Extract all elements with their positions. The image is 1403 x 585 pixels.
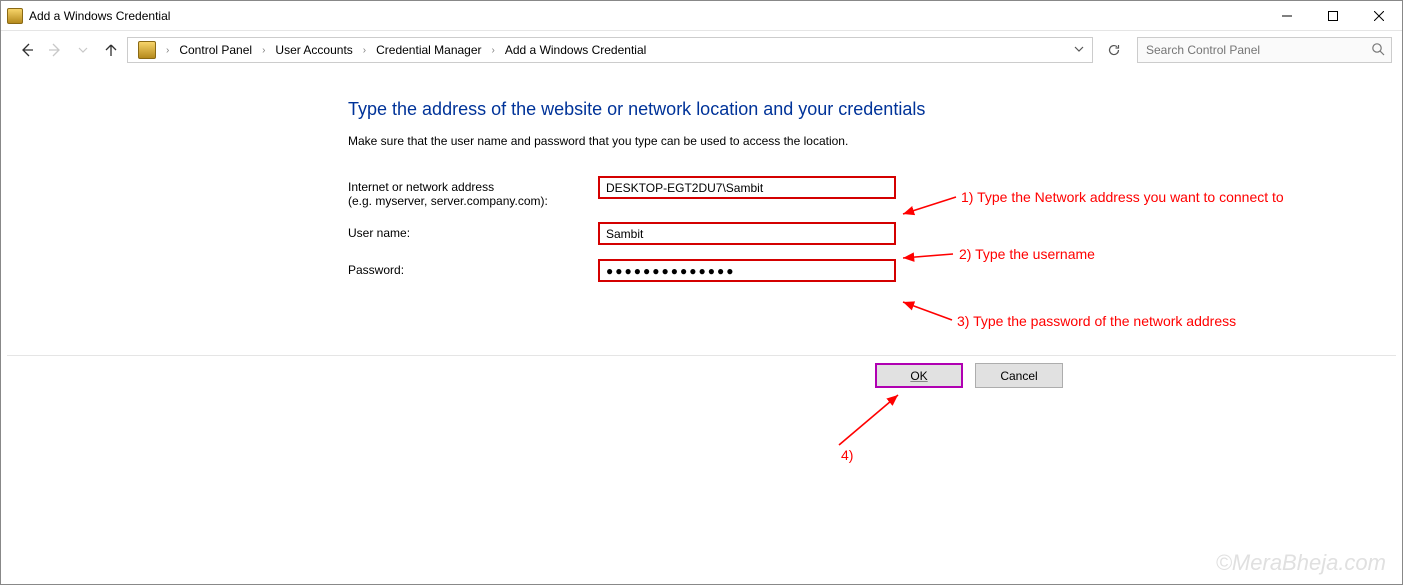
recent-dropdown[interactable] <box>71 38 95 62</box>
close-icon <box>1374 11 1384 21</box>
minimize-button[interactable] <box>1264 1 1310 30</box>
folder-icon <box>138 41 156 59</box>
address-hint-text: (e.g. myserver, server.company.com): <box>348 194 598 208</box>
maximize-button[interactable] <box>1310 1 1356 30</box>
breadcrumb-add-credential[interactable]: Add a Windows Credential <box>501 41 650 59</box>
button-bar: OK Cancel <box>1 363 1402 388</box>
up-button[interactable] <box>99 38 123 62</box>
breadcrumb-chevron-icon: › <box>490 45 497 56</box>
breadcrumb-chevron-icon: › <box>361 45 368 56</box>
breadcrumb-user-accounts[interactable]: User Accounts <box>271 41 356 59</box>
ok-button[interactable]: OK <box>875 363 963 388</box>
password-label: Password: <box>348 259 598 277</box>
content-area: Type the address of the website or netwo… <box>1 69 1402 584</box>
credential-icon <box>7 8 23 24</box>
cancel-button[interactable]: Cancel <box>975 363 1063 388</box>
username-input[interactable] <box>598 222 896 245</box>
page-subtext: Make sure that the user name and passwor… <box>348 134 1402 148</box>
refresh-icon <box>1106 42 1122 58</box>
watermark: ©MeraBheja.com <box>1216 550 1386 576</box>
search-box[interactable] <box>1137 37 1392 63</box>
title-bar: Add a Windows Credential <box>1 1 1402 31</box>
search-icon <box>1371 42 1385 59</box>
back-arrow-icon <box>19 42 35 58</box>
chevron-down-icon <box>78 45 88 55</box>
up-arrow-icon <box>103 42 119 58</box>
window-title: Add a Windows Credential <box>29 9 1264 23</box>
row-username: User name: <box>348 222 1402 245</box>
forward-arrow-icon <box>47 42 63 58</box>
close-button[interactable] <box>1356 1 1402 30</box>
address-label-text: Internet or network address <box>348 180 494 194</box>
address-bar-dropdown[interactable] <box>1070 43 1088 57</box>
breadcrumb-chevron-icon: › <box>260 45 267 56</box>
row-address: Internet or network address (e.g. myserv… <box>348 176 1402 208</box>
row-password: Password: <box>348 259 1402 282</box>
footer-separator <box>7 355 1396 356</box>
address-label: Internet or network address (e.g. myserv… <box>348 176 598 208</box>
search-input[interactable] <box>1144 42 1365 58</box>
navigation-bar: › Control Panel › User Accounts › Creden… <box>1 31 1402 69</box>
minimize-icon <box>1282 11 1292 21</box>
breadcrumb-control-panel[interactable]: Control Panel <box>175 41 256 59</box>
forward-button[interactable] <box>43 38 67 62</box>
username-label: User name: <box>348 222 598 240</box>
breadcrumb-chevron-icon: › <box>164 45 171 56</box>
breadcrumb-credential-manager[interactable]: Credential Manager <box>372 41 485 59</box>
window-controls <box>1264 1 1402 30</box>
ok-button-label: OK <box>910 369 927 383</box>
password-input[interactable] <box>598 259 896 282</box>
page-heading: Type the address of the website or netwo… <box>348 99 1402 120</box>
chevron-down-icon <box>1074 44 1084 54</box>
maximize-icon <box>1328 11 1338 21</box>
address-bar[interactable]: › Control Panel › User Accounts › Creden… <box>127 37 1093 63</box>
address-input[interactable] <box>598 176 896 199</box>
refresh-button[interactable] <box>1101 37 1127 63</box>
window: Add a Windows Credential <box>0 0 1403 585</box>
back-button[interactable] <box>15 38 39 62</box>
